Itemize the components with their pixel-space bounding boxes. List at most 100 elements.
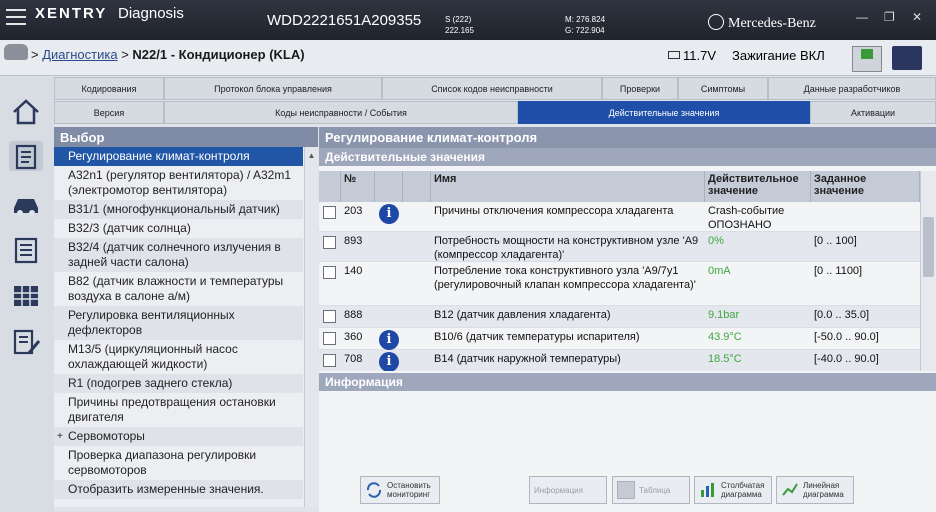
table-button[interactable]: Таблица bbox=[612, 476, 690, 504]
row-actual: Crash-событие ОПОЗНАНО bbox=[708, 205, 785, 231]
list-item[interactable]: B82 (датчик влажности и температуры возд… bbox=[54, 272, 303, 306]
table-row[interactable]: 708 i B14 (датчик наружной температуры) … bbox=[319, 350, 920, 371]
restore-icon[interactable]: ❐ bbox=[884, 10, 895, 24]
minimize-icon[interactable]: — bbox=[856, 10, 868, 24]
tab-version[interactable]: Версия bbox=[54, 101, 164, 124]
tab-coding[interactable]: Кодирования bbox=[54, 77, 164, 100]
row-target: [0 .. 100] bbox=[814, 235, 857, 247]
brand-logo: Mercedes-Benz bbox=[708, 14, 816, 32]
list-item[interactable]: A32n1 (регулятор вентилятора) / A32m1 (э… bbox=[54, 166, 303, 200]
list-item[interactable]: Регулирование климат-контроля bbox=[54, 147, 303, 166]
list-item[interactable]: B32/4 (датчик солнечного излучения в зад… bbox=[54, 238, 303, 272]
actual-values-panel: Регулирование климат-контроля Действител… bbox=[319, 127, 936, 512]
menu-icon[interactable] bbox=[6, 9, 26, 25]
bar-chart-button[interactable]: Столбчатая диаграмма bbox=[694, 476, 772, 504]
tab-symptoms[interactable]: Симптомы bbox=[678, 77, 768, 100]
tab-control-unit-log[interactable]: Протокол блока управления bbox=[164, 77, 382, 100]
manual-book-icon[interactable] bbox=[892, 46, 922, 70]
title-bar: XENTRY Diagnosis WDD2221651A209355 S (22… bbox=[0, 0, 936, 40]
table-scrollbar[interactable] bbox=[920, 171, 936, 371]
table-row[interactable]: 140 Потребление тока конструктивного узл… bbox=[319, 262, 920, 306]
col-target: Заданное значение bbox=[811, 171, 920, 202]
row-checkbox[interactable] bbox=[323, 236, 336, 249]
tab-actual-values[interactable]: Действительные значения bbox=[518, 101, 810, 124]
list-item-expandable[interactable]: + Сервомоторы bbox=[54, 427, 303, 446]
row-actual: 18.5°C bbox=[708, 353, 742, 365]
battery-voltage: 11.7V bbox=[668, 48, 716, 63]
tab-developer-data[interactable]: Данные разработчиков bbox=[768, 77, 936, 100]
tab-fault-code-list[interactable]: Список кодов неисправности bbox=[382, 77, 602, 100]
tab-checks[interactable]: Проверки bbox=[602, 77, 678, 100]
row-actual: 0% bbox=[708, 235, 724, 247]
info-icon[interactable]: i bbox=[379, 330, 399, 350]
close-icon[interactable]: ✕ bbox=[912, 10, 922, 24]
row-checkbox[interactable] bbox=[323, 354, 336, 367]
selection-scrollbar[interactable]: ▲ bbox=[304, 147, 318, 507]
information-header: Информация bbox=[319, 373, 936, 391]
main-title: Регулирование климат-контроля bbox=[319, 127, 936, 148]
list-item[interactable]: Причины предотвращения остановки двигате… bbox=[54, 393, 303, 427]
table-scroll-thumb[interactable] bbox=[923, 217, 934, 277]
tab-fault-codes-events[interactable]: Коды неисправности / События bbox=[164, 101, 518, 124]
line-chart-button[interactable]: Линейная диаграмма bbox=[776, 476, 854, 504]
breadcrumb-current: N22/1 - Кондиционер (KLA) bbox=[132, 47, 305, 62]
selection-header: Выбор bbox=[54, 127, 318, 147]
main-subtitle: Действительные значения bbox=[319, 148, 936, 166]
row-checkbox[interactable] bbox=[323, 206, 336, 219]
row-checkbox[interactable] bbox=[323, 266, 336, 279]
list-item[interactable]: B32/3 (датчик солнца) bbox=[54, 219, 303, 238]
line-chart-icon bbox=[782, 483, 798, 496]
app-name: Diagnosis bbox=[118, 5, 184, 22]
row-checkbox[interactable] bbox=[323, 310, 336, 323]
tools-icon[interactable] bbox=[9, 327, 43, 357]
list-item[interactable]: Проверка диапазона регулировки сервомото… bbox=[54, 446, 303, 480]
col-name: Имя bbox=[431, 171, 705, 202]
row-name: Причины отключения компрессора хладагент… bbox=[434, 205, 674, 217]
row-number: 360 bbox=[344, 331, 363, 343]
bar-chart-icon bbox=[701, 483, 714, 497]
vehicle-icon[interactable] bbox=[9, 189, 43, 219]
values-table: № Имя Действительное значение Заданное з… bbox=[319, 171, 920, 371]
breadcrumb-root-link[interactable]: Диагностика bbox=[42, 47, 117, 62]
list-item[interactable]: M13/5 (циркуляционный насос охлаждающей … bbox=[54, 340, 303, 374]
row-number: 893 bbox=[344, 235, 363, 247]
left-rail bbox=[0, 77, 54, 512]
tab-bar: Кодирования Протокол блока управления Сп… bbox=[54, 77, 936, 127]
info-icon[interactable]: i bbox=[379, 352, 399, 371]
xentry-window: XENTRY Diagnosis WDD2221651A209355 S (22… bbox=[0, 0, 936, 512]
mercedes-star-icon bbox=[708, 14, 724, 30]
row-number: 888 bbox=[344, 309, 363, 321]
list-item[interactable]: Отобразить измеренные значения. bbox=[54, 480, 303, 499]
row-name: B14 (датчик наружной температуры) bbox=[434, 353, 621, 365]
information-button[interactable]: Информация bbox=[529, 476, 607, 504]
stop-monitoring-button[interactable]: Остановить мониторинг bbox=[360, 476, 440, 504]
table-row[interactable]: 203 i Причины отключения компрессора хла… bbox=[319, 202, 920, 232]
download-icon[interactable] bbox=[852, 46, 882, 72]
control-units-icon[interactable] bbox=[9, 281, 43, 311]
selection-panel: Выбор Регулирование климат-контроля A32n… bbox=[54, 127, 318, 507]
refresh-icon bbox=[366, 482, 382, 498]
diagnosis-icon[interactable] bbox=[9, 141, 43, 171]
list-icon[interactable] bbox=[9, 235, 43, 265]
list-item[interactable]: Регулировка вентиляционных дефлекторов bbox=[54, 306, 303, 340]
vin-number: WDD2221651A209355 bbox=[267, 12, 422, 29]
row-checkbox[interactable] bbox=[323, 332, 336, 345]
table-row[interactable]: 360 i B10/6 (датчик температуры испарите… bbox=[319, 328, 920, 350]
row-number: 140 bbox=[344, 265, 363, 277]
table-row[interactable]: 893 Потребность мощности на конструктивн… bbox=[319, 232, 920, 262]
row-actual: 0mA bbox=[708, 265, 731, 277]
list-item[interactable]: R1 (подогрев заднего стекла) bbox=[54, 374, 303, 393]
info-icon[interactable]: i bbox=[379, 204, 399, 224]
table-row[interactable]: 888 B12 (датчик давления хладагента) 9.1… bbox=[319, 306, 920, 328]
ignition-status: Зажигание ВКЛ bbox=[732, 48, 825, 63]
expand-icon[interactable]: + bbox=[57, 429, 63, 444]
scroll-up-icon[interactable]: ▲ bbox=[305, 151, 318, 160]
col-actual: Действительное значение bbox=[705, 171, 811, 202]
breadcrumb-bar: > Диагностика > N22/1 - Кондиционер (KLA… bbox=[0, 40, 936, 76]
row-name: B12 (датчик давления хладагента) bbox=[434, 309, 611, 321]
row-target: [0.0 .. 35.0] bbox=[814, 309, 870, 321]
tab-activations[interactable]: Активации bbox=[810, 101, 936, 124]
row-number: 203 bbox=[344, 205, 363, 217]
home-icon[interactable] bbox=[9, 97, 43, 127]
list-item[interactable]: B31/1 (многофункциональный датчик) bbox=[54, 200, 303, 219]
